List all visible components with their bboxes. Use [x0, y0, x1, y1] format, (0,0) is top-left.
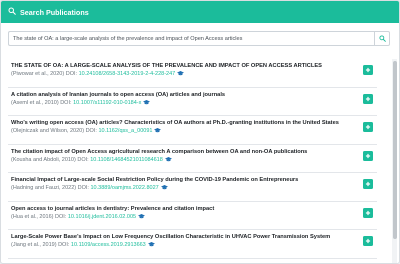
graduation-cap-icon	[147, 242, 155, 247]
list-item: The citation impact of Open Access agric…	[8, 145, 377, 173]
search-icon	[378, 35, 386, 42]
add-publication-button[interactable]	[363, 122, 373, 132]
add-publication-button[interactable]	[363, 236, 373, 246]
list-item: Large-Scale Power Base's Impact on Low F…	[8, 230, 377, 259]
graduation-cap-icon	[138, 213, 146, 219]
search-publications-panel: Search Publications THE STATE OF OA: A L…	[0, 0, 400, 264]
publication-citation: (Piwowar et al., 2020) DOI:	[11, 71, 79, 78]
add-publication-button[interactable]	[363, 207, 373, 218]
publication-meta: (Hadning and Fauzi, 2022) DOI: 10.3889/o…	[11, 184, 355, 192]
publication-meta: (Hua et al., 2016) DOI: 10.1016/j.jdent.…	[11, 213, 355, 221]
add-publication-button[interactable]	[363, 179, 373, 189]
search-button[interactable]	[374, 31, 390, 46]
results-scrollbar[interactable]	[392, 59, 397, 263]
publication-citation: (Kousha and Abdoli, 2010) DOI:	[11, 156, 91, 163]
publication-citation: (Aseml et al., 2010) DOI:	[11, 99, 74, 106]
search-input[interactable]	[8, 31, 374, 46]
doi-link[interactable]: 10.1162/qss_a_00091	[98, 128, 152, 134]
publication-title: Financial Impact of Large-scale Social R…	[11, 177, 299, 183]
list-item: THE STATE OF OA: A LARGE-SCALE ANALYSIS …	[8, 59, 377, 88]
publication-title: Open access to journal articles in denti…	[11, 205, 215, 212]
publication-citation: (Hadning and Fauzi, 2022) DOI:	[11, 185, 91, 192]
graduation-cap-icon	[143, 99, 151, 105]
doi-link[interactable]: 10.1007/s11192-010-0184-x	[73, 100, 141, 106]
publication-meta: (Aseml et al., 2010) DOI: 10.1007/s11192…	[11, 99, 355, 107]
publication-title: Who's writing open access (OA) articles?…	[11, 120, 339, 126]
doi-link[interactable]: 10.1109/access.2019.2913663	[71, 242, 146, 248]
publication-citation: (Hua et al., 2016) DOI:	[11, 213, 68, 220]
list-item: Who's writing open access (OA) articles?…	[8, 116, 377, 145]
search-icon	[8, 7, 16, 17]
doi-link[interactable]: 10.24108/2658-3143-2019-2-4-228-247	[79, 71, 176, 77]
plus-icon	[365, 153, 371, 158]
add-publication-button[interactable]	[363, 65, 373, 75]
publication-title: A citation analysis of Iranian journals …	[11, 91, 226, 98]
plus-icon	[365, 96, 371, 101]
publication-citation: (Olejniczak and Wilson, 2020) DOI:	[11, 128, 99, 135]
publication-title: Large-Scale Power Base's Impact on Low F…	[11, 234, 331, 240]
scrollbar-thumb[interactable]	[392, 61, 397, 239]
doi-link[interactable]: 10.3889/oamjms.2022.8027	[91, 185, 159, 191]
publication-meta: (Jiang et al., 2019) DOI: 10.1109/access…	[11, 241, 355, 249]
panel-header: Search Publications	[1, 1, 399, 23]
graduation-cap-icon	[177, 71, 185, 76]
publication-title: THE STATE OF OA: A LARGE-SCALE ANALYSIS …	[11, 63, 322, 69]
doi-link[interactable]: 10.1108/14684521011084618	[90, 157, 163, 163]
publication-meta: (Piwowar et al., 2020) DOI: 10.24108/265…	[11, 70, 355, 78]
add-publication-button[interactable]	[363, 150, 373, 161]
plus-icon	[365, 124, 371, 130]
plus-icon	[365, 181, 371, 187]
plus-icon	[365, 210, 371, 215]
list-item: A citation analysis of Iranian journals …	[8, 88, 377, 116]
panel-title: Search Publications	[20, 7, 89, 17]
list-item: Open access to journal articles in denti…	[8, 202, 377, 230]
list-item: Financial Impact of Large-scale Social R…	[8, 173, 377, 202]
plus-icon	[365, 238, 371, 244]
publication-meta: (Olejniczak and Wilson, 2020) DOI: 10.11…	[11, 127, 355, 135]
plus-icon	[365, 67, 371, 73]
publication-meta: (Kousha and Abdoli, 2010) DOI: 10.1108/1…	[11, 156, 355, 164]
search-bar	[8, 31, 390, 46]
results-list: THE STATE OF OA: A LARGE-SCALE ANALYSIS …	[8, 59, 392, 263]
doi-link[interactable]: 10.1016/j.jdent.2016.02.005	[68, 214, 136, 220]
publication-title: The citation impact of Open Access agric…	[11, 148, 308, 155]
graduation-cap-icon	[154, 128, 162, 133]
publication-citation: (Jiang et al., 2019) DOI:	[11, 242, 71, 249]
graduation-cap-icon	[164, 156, 172, 162]
add-publication-button[interactable]	[363, 93, 373, 104]
graduation-cap-icon	[160, 185, 168, 190]
